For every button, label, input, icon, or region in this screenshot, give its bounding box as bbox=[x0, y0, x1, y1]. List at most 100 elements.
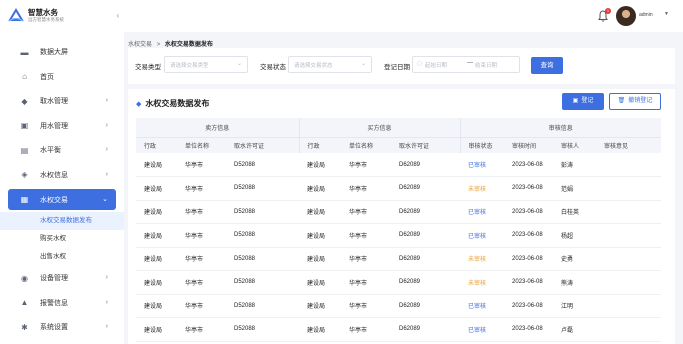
table-cell: 未审核 bbox=[460, 176, 505, 201]
table-cell: 史勇 bbox=[553, 247, 597, 271]
sidebar-item-water-intake[interactable]: ◆ 取水管理 › bbox=[0, 89, 124, 114]
table-cell: 华亭市 bbox=[177, 223, 226, 248]
collapse-sidebar-icon[interactable]: ‹ bbox=[113, 10, 123, 22]
table-cell: 2023-06-08 bbox=[504, 176, 554, 201]
sidebar-item-water-balance[interactable]: ▤ 水平衡 › bbox=[0, 138, 124, 163]
sidebar: 智慧水务 远方智慧水务系统 ‹ ▬ 数据大屏 ⌂ 首页 ◆ 取水管理 › ▣ 用… bbox=[0, 0, 124, 344]
table-row[interactable]: 建设局 华亭市 D52088 建设局 华亭市 D62089 已审核 2023-06-08 杨超 bbox=[136, 223, 662, 248]
panel-title-text: 水权交易数据发布 bbox=[145, 99, 210, 108]
trade-status-placeholder: 请选择交易状态 bbox=[294, 63, 333, 69]
group-header-row: 卖方信息 买方信息 审核信息 bbox=[136, 118, 662, 137]
table-cell: D62089 bbox=[391, 294, 461, 318]
sidebar-subitem-trade-publish[interactable]: 水权交易数据发布 bbox=[0, 212, 124, 230]
table-cell: 建设局 bbox=[299, 270, 341, 295]
table-cell: 华亭市 bbox=[341, 223, 391, 248]
tag-icon: ◆ bbox=[136, 101, 142, 108]
table-cell: 已审核 bbox=[460, 294, 505, 318]
user-name[interactable]: admin bbox=[639, 12, 653, 18]
table-cell bbox=[596, 200, 662, 224]
trade-status-select[interactable]: 请选择交易状态 ⌄ bbox=[288, 56, 372, 73]
table-cell: D52088 bbox=[226, 294, 299, 318]
table-cell: 熊涛 bbox=[553, 270, 597, 295]
sidebar-item-settings[interactable]: ✱ 系统设置 › bbox=[0, 315, 124, 340]
table-cell: 未审核 bbox=[460, 247, 505, 271]
app-subtitle: 远方智慧水务系统 bbox=[28, 17, 64, 22]
trash-icon: 🗑 bbox=[617, 98, 626, 104]
table-cell: 已审核 bbox=[460, 200, 505, 224]
table-cell: 江明 bbox=[553, 294, 597, 318]
table-cell: 华亭市 bbox=[341, 317, 391, 342]
caret-down-icon[interactable]: ▼ bbox=[664, 11, 669, 17]
chevron-down-icon: ⌄ bbox=[102, 196, 108, 203]
sidebar-subitem-sell-rights[interactable]: 出售水权 bbox=[0, 248, 124, 266]
table-row[interactable]: 建设局 华亭市 D52088 建设局 华亭市 D62089 未审核 2023-06-08 史勇 bbox=[136, 247, 662, 271]
sidebar-item-water-use[interactable]: ▣ 用水管理 › bbox=[0, 114, 124, 139]
water-intake-icon: ◆ bbox=[21, 96, 28, 106]
notification-badge: 1 bbox=[605, 8, 611, 14]
table-cell bbox=[596, 247, 662, 271]
table-cell: 范娟 bbox=[553, 176, 597, 201]
chevron-right-icon: › bbox=[105, 323, 108, 330]
trade-type-placeholder: 请选择交易类型 bbox=[170, 63, 209, 69]
chevron-down-icon: ⌄ bbox=[236, 61, 242, 67]
reg-date-label: 登记日期 bbox=[384, 64, 410, 71]
trade-type-select[interactable]: 请选择交易类型 ⌄ bbox=[164, 56, 248, 73]
column-header: 审核人 bbox=[553, 136, 597, 153]
chevron-right-icon: › bbox=[105, 97, 108, 104]
date-end-input[interactable]: 结束日期 bbox=[475, 61, 497, 69]
table-cell: 建设局 bbox=[299, 176, 341, 201]
table-cell: 华亭市 bbox=[177, 176, 226, 201]
table-cell: D52088 bbox=[226, 176, 299, 201]
table-cell: D62089 bbox=[391, 247, 461, 271]
date-start-input[interactable]: 起始日期 bbox=[425, 61, 447, 69]
sidebar-item-label: 数据大屏 bbox=[40, 49, 68, 57]
table-cell bbox=[596, 270, 662, 295]
sidebar-item-water-rights[interactable]: ◈ 水权信息 › bbox=[0, 163, 124, 188]
register-button[interactable]: ▣ 登记 bbox=[562, 93, 604, 110]
table-row[interactable]: 建设局 华亭市 D52088 建设局 华亭市 D62089 已审核 2023-06-08 江明 bbox=[136, 294, 662, 318]
sidebar-item-devices[interactable]: ◉ 设备管理 › bbox=[0, 266, 124, 291]
table-cell: 已审核 bbox=[460, 317, 505, 342]
table-cell: 建设局 bbox=[299, 294, 341, 318]
sidebar-item-water-trade[interactable]: ▦ 水权交易 ⌄ bbox=[8, 189, 116, 210]
filter-bar: 交易类型 请选择交易类型 ⌄ 交易状态 请选择交易状态 ⌄ 登记日期 ▢ 起始日… bbox=[128, 48, 675, 84]
table-cell: 建设局 bbox=[299, 153, 341, 177]
sidebar-subitem-buy-rights[interactable]: 购买水权 bbox=[0, 230, 124, 248]
group-header-review: 审核信息 bbox=[459, 118, 662, 137]
table-row[interactable]: 建设局 华亭市 D52088 建设局 华亭市 D62089 未审核 2023-06-08 熊涛 bbox=[136, 270, 662, 295]
settings-icon: ✱ bbox=[21, 322, 28, 332]
app-logo: 智慧水务 远方智慧水务系统 bbox=[8, 8, 64, 23]
table-cell bbox=[596, 176, 662, 201]
column-header: 审核意见 bbox=[596, 136, 662, 153]
chevron-right-icon: › bbox=[105, 170, 108, 178]
table-cell: 白桂英 bbox=[553, 200, 597, 224]
sidebar-item-alarms[interactable]: ▲ 报警信息 › bbox=[0, 291, 124, 316]
register-label: 登记 bbox=[581, 98, 594, 104]
table-cell: D62089 bbox=[391, 317, 461, 342]
notification-button[interactable]: 1 bbox=[598, 8, 611, 22]
table-cell: 华亭市 bbox=[341, 270, 391, 295]
column-header: 审核状态 bbox=[459, 136, 505, 153]
column-header: 取水许可证 bbox=[226, 136, 299, 153]
table-row[interactable]: 建设局 华亭市 D52088 建设局 华亭市 D62089 已审核 2023-06-08 卢磊 bbox=[136, 317, 662, 342]
sidebar-item-data-screen[interactable]: ▬ 数据大屏 bbox=[0, 40, 124, 65]
date-range-picker[interactable]: ▢ 起始日期 — 结束日期 bbox=[412, 56, 520, 73]
table-row[interactable]: 建设局 华亭市 D52088 建设局 华亭市 D62089 已审核 2023-06-08 彭涛 bbox=[136, 153, 662, 177]
chevron-right-icon: › bbox=[105, 146, 108, 153]
table-cell: 未审核 bbox=[460, 270, 505, 295]
table-cell bbox=[596, 153, 662, 177]
table-cell bbox=[596, 294, 662, 318]
device-icon: ◉ bbox=[21, 273, 28, 283]
table-row[interactable]: 建设局 华亭市 D52088 建设局 华亭市 D62089 已审核 2023-06-08 白桂英 bbox=[136, 200, 662, 224]
trade-table: 卖方信息 买方信息 审核信息 行政 单位名称 取水许可证 行政 单位名称 取水许… bbox=[136, 118, 662, 342]
column-header: 行政 bbox=[136, 136, 177, 153]
table-row[interactable]: 建设局 华亭市 D52088 建设局 华亭市 D62089 未审核 2023-06-08 范娟 bbox=[136, 176, 662, 201]
avatar[interactable] bbox=[616, 6, 636, 26]
table-cell: 华亭市 bbox=[177, 294, 226, 318]
cancel-register-button[interactable]: 🗑 撤销登记 bbox=[609, 93, 661, 110]
register-icon: ▣ bbox=[572, 98, 579, 104]
sidebar-item-label: 系统设置 bbox=[40, 324, 68, 332]
sidebar-item-label: 水权交易 bbox=[40, 196, 68, 204]
sidebar-item-home[interactable]: ⌂ 首页 bbox=[0, 65, 124, 90]
query-button[interactable]: 查询 bbox=[531, 57, 563, 74]
